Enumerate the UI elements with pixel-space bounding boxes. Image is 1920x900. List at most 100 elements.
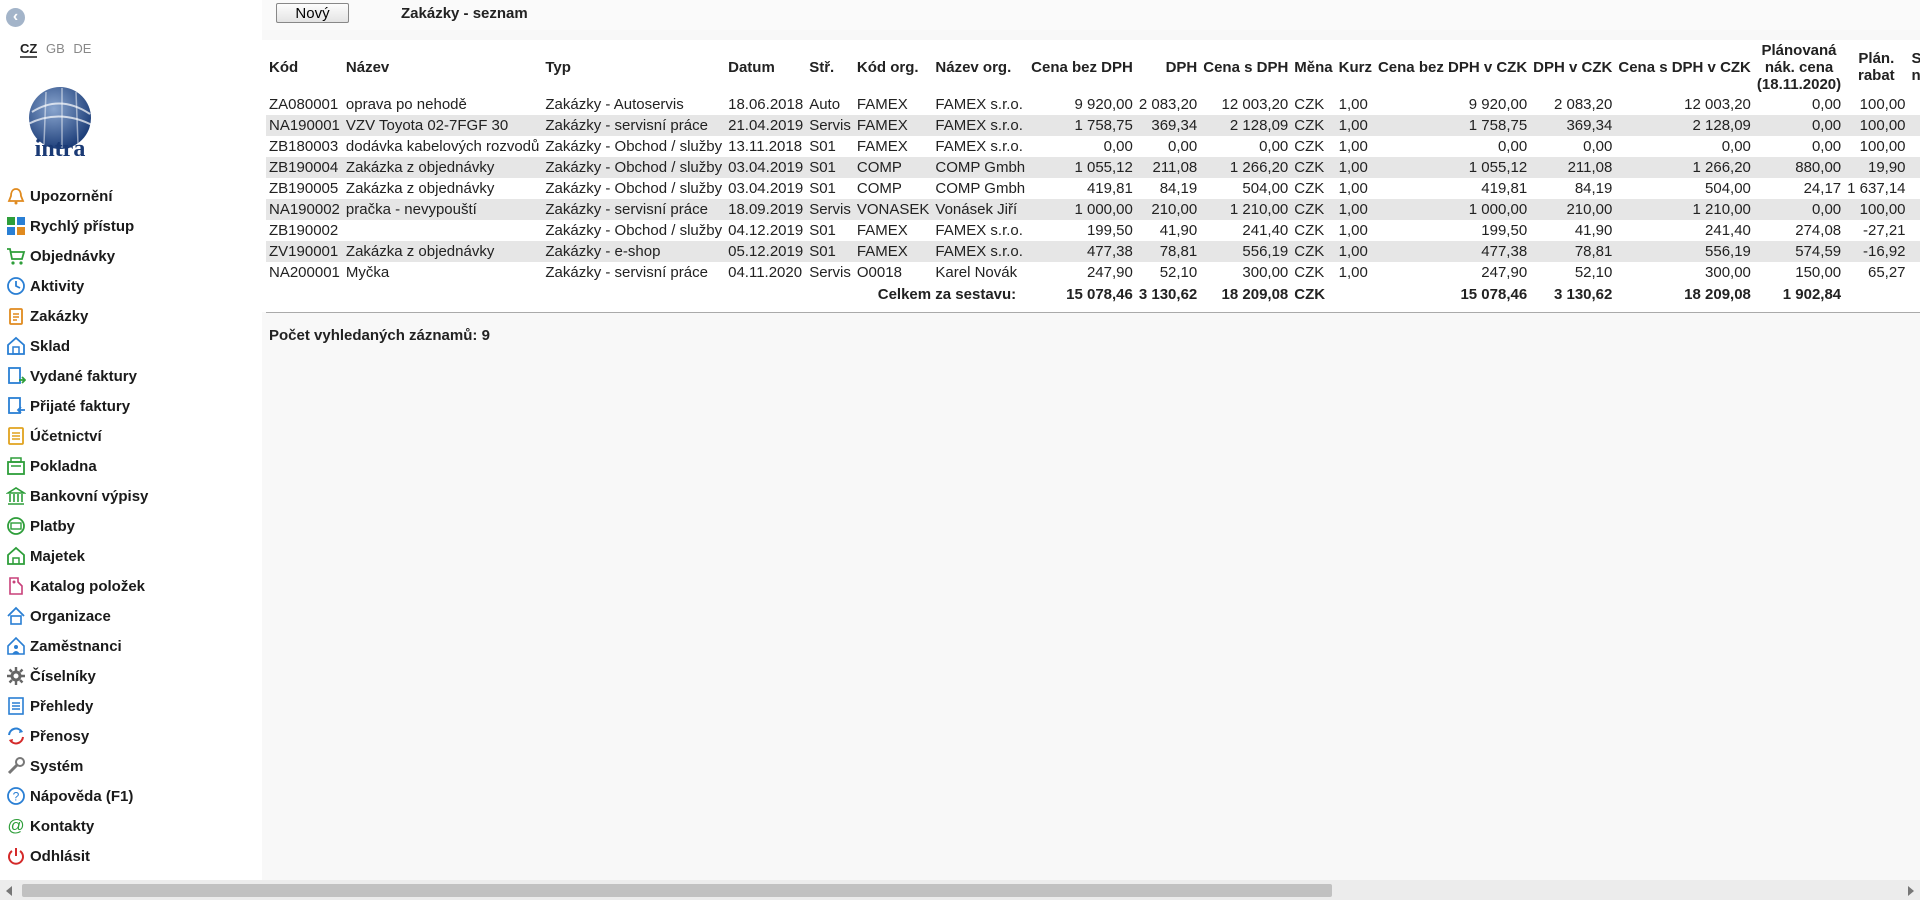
- column-header-kod[interactable]: Kód: [266, 40, 343, 94]
- sidebar-item-building[interactable]: Organizace: [0, 601, 262, 631]
- cell-typ: Zakázky - Obchod / služby: [542, 157, 726, 178]
- cell-datum: 21.04.2019: [725, 115, 807, 136]
- cell-kod: ZA080001: [269, 96, 339, 113]
- wrench-icon: [5, 755, 27, 777]
- column-header-typ[interactable]: Typ: [542, 40, 725, 94]
- sidebar-item-power[interactable]: Odhlásit: [0, 841, 262, 871]
- sidebar-item-label: Systém: [30, 757, 84, 775]
- cell-kod-org: O0018: [856, 264, 902, 281]
- cell-kurz: 1,00: [1335, 241, 1375, 262]
- table-row[interactable]: NA190001 VZV Toyota 02-7FGF 30 Zakázky - s…: [266, 115, 1920, 136]
- column-header-mena[interactable]: Měna: [1291, 40, 1335, 94]
- column-header-datum[interactable]: Datum: [725, 40, 806, 94]
- new-button[interactable]: Nový: [276, 3, 349, 23]
- table-row[interactable]: ZV190001 Zakázka z objednávky Zakázky - e-…: [266, 241, 1920, 262]
- main-content: Nový Zakázky - seznam Kód Název Typ Datum St…: [262, 0, 1920, 880]
- language-switcher: CZ GB DE: [20, 41, 96, 58]
- sidebar-item-label: Katalog položek: [30, 577, 146, 595]
- column-header-planovana-cena[interactable]: Plánovaná nák. cena (18.11.2020): [1754, 40, 1844, 94]
- cell-dph: 210,00: [1135, 199, 1201, 220]
- scrollbar-thumb[interactable]: [22, 884, 1332, 897]
- cell-typ: Zakázky - Obchod / služby: [545, 180, 723, 197]
- help-icon: ?: [5, 785, 27, 807]
- column-header-plan-rabat[interactable]: Plán. rabat: [1844, 40, 1908, 94]
- cell-cena-s-dph-czk: 1 266,20: [1615, 157, 1754, 178]
- sidebar-item-cashbox[interactable]: Pokladna: [0, 451, 262, 481]
- sidebar-item-wrench[interactable]: Systém: [0, 751, 262, 781]
- column-header-cena-bez-dph-czk[interactable]: Cena bez DPH v CZK: [1375, 40, 1530, 94]
- sidebar-item-bell[interactable]: Upozornění: [0, 181, 262, 211]
- cell-nazev-org: FAMEX s.r.o.: [935, 222, 1023, 239]
- sidebar-item-invoice-in[interactable]: Přijaté faktury: [0, 391, 262, 421]
- cell-cena-s-dph: 12 003,20: [1221, 96, 1289, 113]
- cell-nazev: [343, 220, 542, 241]
- sidebar-item-invoice-out[interactable]: Vydané faktury: [0, 361, 262, 391]
- cell-datum: 18.06.2018: [728, 96, 804, 113]
- sidebar-item-clipboard[interactable]: Zakázky: [0, 301, 262, 331]
- sidebar-item-label: Organizace: [30, 607, 111, 625]
- lang-gb[interactable]: GB: [46, 41, 65, 56]
- cell-plan-rabat: -27,21: [1862, 222, 1906, 239]
- scroll-right-icon[interactable]: [1908, 886, 1914, 896]
- sidebar-item-tiles[interactable]: Rychlý přístup: [0, 211, 262, 241]
- column-header-nazev-org[interactable]: Název org.: [932, 40, 1028, 94]
- cell-dph: 2 083,20: [1138, 96, 1198, 113]
- table-row[interactable]: ZB190002 Zakázky - Obchod / služby 04.12.2…: [266, 220, 1920, 241]
- lang-cz[interactable]: CZ: [20, 41, 38, 58]
- table-row[interactable]: ZB180003 dodávka kabelových rozvodů Zakázk…: [266, 136, 1920, 157]
- column-header-cena-s-dph-czk[interactable]: Cena s DPH v CZK: [1615, 40, 1754, 94]
- intra-logo: intra: [18, 84, 102, 162]
- sidebar-item-clock[interactable]: Aktivity: [0, 271, 262, 301]
- cell-mena: CZK: [1294, 222, 1325, 239]
- sidebar-item-label: Přenosy: [30, 727, 90, 745]
- table-row[interactable]: NA190002 pračka - nevypouští Zakázky - ser…: [266, 199, 1920, 220]
- cashbox-icon: [5, 455, 27, 477]
- sidebar-item-property[interactable]: Majetek: [0, 541, 262, 571]
- cell-nazev-org: COMP Gmbh: [932, 157, 1029, 178]
- column-header-dph[interactable]: DPH: [1136, 40, 1200, 94]
- total-dph: 3 130,62: [1138, 285, 1198, 303]
- sidebar-item-sync[interactable]: Přenosy: [0, 721, 262, 751]
- column-header-stredisko[interactable]: Stř.: [806, 40, 854, 94]
- invoice-out-icon: [5, 365, 27, 387]
- sidebar-item-tag[interactable]: Katalog položek: [0, 571, 262, 601]
- sidebar-item-employee[interactable]: Zaměstnanci: [0, 631, 262, 661]
- sidebar-item-label: Vydané faktury: [30, 367, 137, 385]
- sidebar-item-list[interactable]: Přehledy: [0, 691, 262, 721]
- horizontal-scrollbar[interactable]: [0, 880, 1920, 900]
- sidebar-item-help[interactable]: ? Nápověda (F1): [0, 781, 262, 811]
- property-icon: [5, 545, 27, 567]
- column-header-kurz[interactable]: Kurz: [1336, 40, 1375, 94]
- table-row[interactable]: ZB190004 Zakázka z objednávky Zakázky - Ob…: [266, 157, 1920, 178]
- sidebar-item-bank[interactable]: Bankovní výpisy: [0, 481, 262, 511]
- total-empty-cell: [1909, 283, 1920, 305]
- table-row[interactable]: ZA080001 oprava po nehodě Zakázky - Autose…: [266, 94, 1920, 115]
- cell-planovana-cena: 274,08: [1795, 222, 1842, 239]
- sidebar-item-payment[interactable]: Platby: [0, 511, 262, 541]
- sidebar-item-gear[interactable]: Číselníky: [0, 661, 262, 691]
- lang-de[interactable]: DE: [73, 41, 91, 56]
- table-row[interactable]: ZB190005 Zakázka z objednávky Zakázky - Ob…: [266, 178, 1920, 199]
- orders-table-container: Kód Název Typ Datum Stř. Kód org. Název org. Ce…: [262, 40, 1920, 312]
- cell-typ: Zakázky - e-shop: [542, 241, 726, 262]
- sidebar-item-ledger[interactable]: Účetnictví: [0, 421, 262, 451]
- cell-sk-na: [1908, 199, 1920, 220]
- sidebar-item-warehouse[interactable]: Sklad: [0, 331, 262, 361]
- cell-cena-s-dph: 556,19: [1200, 241, 1292, 262]
- table-row[interactable]: NA200001 Myčka Zakázky - servisní práce 04.…: [266, 262, 1920, 283]
- sidebar-item-label: Objednávky: [30, 247, 116, 265]
- cell-plan-rabat: 100,00: [1844, 199, 1909, 220]
- cell-cena-bez-dph: 9 920,00: [1074, 96, 1133, 113]
- column-header-cena-bez-dph[interactable]: Cena bez DPH: [1028, 40, 1136, 94]
- column-header-kod-org[interactable]: Kód org.: [854, 40, 933, 94]
- cell-dph-czk: 210,00: [1530, 199, 1616, 220]
- column-header-nazev[interactable]: Název: [343, 40, 542, 94]
- column-header-cena-s-dph[interactable]: Cena s DPH: [1200, 40, 1291, 94]
- sidebar-item-at[interactable]: @ Kontakty: [0, 811, 262, 841]
- column-header-sk-na[interactable]: Sk ná: [1909, 40, 1920, 94]
- back-button[interactable]: ‹: [6, 8, 25, 27]
- column-header-dph-czk[interactable]: DPH v CZK: [1530, 40, 1615, 94]
- clock-icon: [5, 275, 27, 297]
- sidebar-item-cart[interactable]: Objednávky: [0, 241, 262, 271]
- scroll-left-icon[interactable]: [6, 886, 12, 896]
